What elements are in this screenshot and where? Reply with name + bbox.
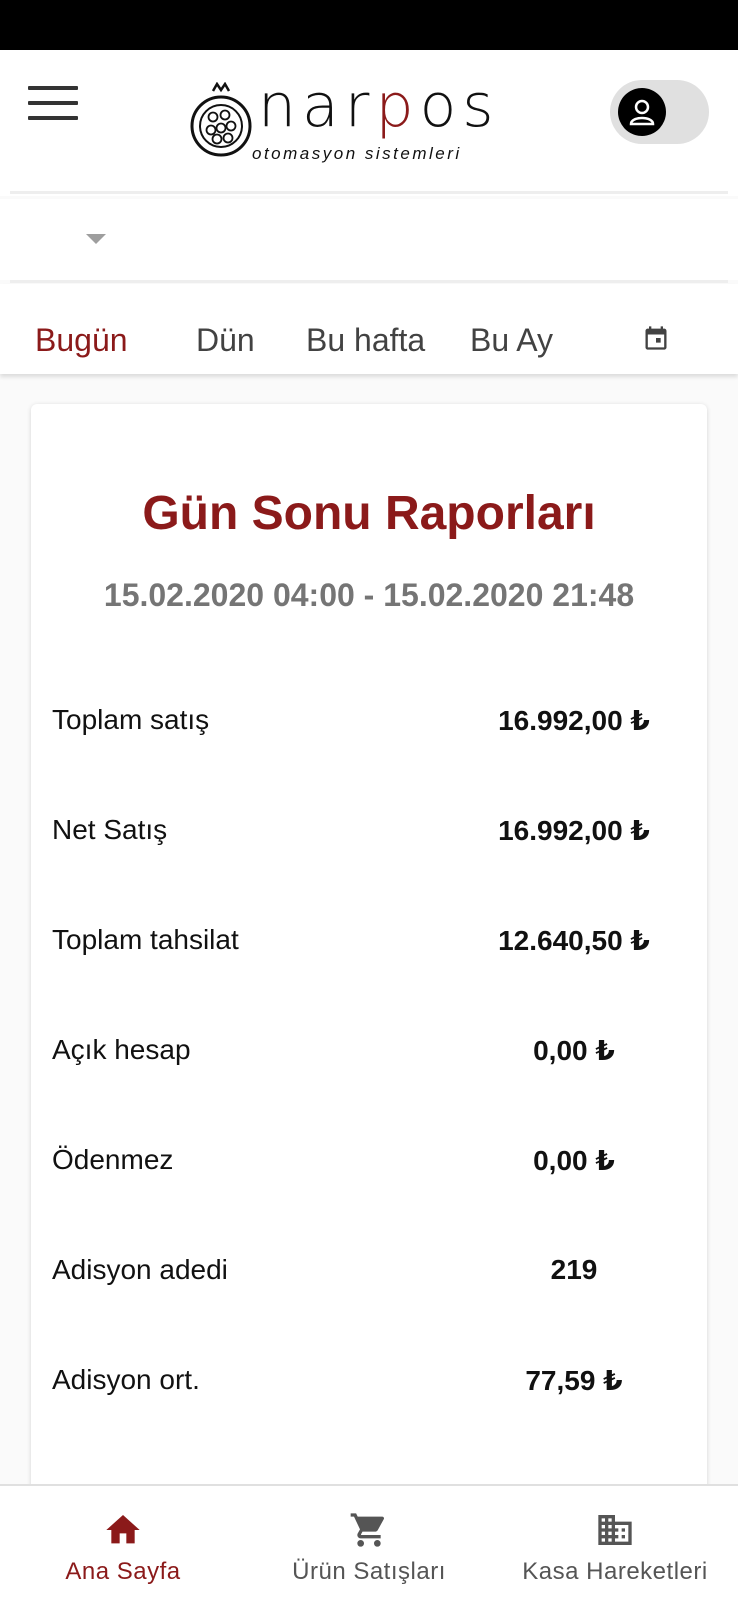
report-row-label: Açık hesap <box>52 1034 191 1065</box>
nav-ana-sayfa[interactable]: Ana Sayfa <box>0 1486 246 1600</box>
report-card: Gün Sonu Raporları 15.02.2020 04:00 - 15… <box>31 404 707 1534</box>
report-row-value: 219 <box>550 1254 598 1285</box>
report-row-label: Toplam tahsilat <box>52 924 239 955</box>
nav-label: Ürün Satışları <box>292 1558 446 1585</box>
dropdown-arrow-icon[interactable] <box>86 234 106 244</box>
report-row-label: Toplam satış <box>52 704 210 735</box>
nav-label: Kasa Hareketleri <box>522 1558 708 1585</box>
report-row: Açık hesap 0,00 ₺ <box>52 1034 686 1074</box>
bottom-navigation: Ana Sayfa Ürün Satışları Kasa Hareketler… <box>0 1484 738 1600</box>
logo-tagline: otomasyon sistemleri <box>252 144 462 163</box>
pomegranate-logo-icon <box>190 82 252 157</box>
period-tabs: Bugün Dün Bu hafta Bu Ay <box>0 284 738 374</box>
report-row-value: 16.992,00 ₺ <box>498 705 650 736</box>
report-row-label: Net Satış <box>52 814 168 845</box>
report-row: Net Satış 16.992,00 ₺ <box>52 814 686 854</box>
home-icon <box>0 1510 246 1550</box>
report-date-range: 15.02.2020 04:00 - 15.02.2020 21:48 <box>103 577 635 613</box>
report-row: Toplam satış 16.992,00 ₺ <box>52 704 686 744</box>
report-row-value: 16.992,00 ₺ <box>498 815 650 846</box>
report-row-value: 12.640,50 ₺ <box>498 925 650 956</box>
user-icon <box>618 88 666 136</box>
report-row-label: Ödenmez <box>52 1144 174 1175</box>
nav-urun-satislari[interactable]: Ürün Satışları <box>246 1486 492 1600</box>
cart-icon <box>246 1510 492 1550</box>
calendar-icon[interactable] <box>642 324 670 352</box>
report-row-label: Adisyon adedi <box>52 1254 228 1285</box>
report-title: Gün Sonu Raporları <box>142 487 596 540</box>
nav-label: Ana Sayfa <box>65 1558 181 1585</box>
status-bar <box>0 0 738 50</box>
report-row-value: 0,00 ₺ <box>533 1035 615 1066</box>
select-divider <box>10 280 728 283</box>
account-button[interactable] <box>610 80 709 144</box>
narpos-logo: narpos otomasyon sistemleri <box>188 76 500 172</box>
nav-kasa-hareketleri[interactable]: Kasa Hareketleri <box>492 1486 738 1600</box>
header-divider <box>10 191 728 194</box>
tab-bu-hafta[interactable]: Bu hafta <box>306 322 425 359</box>
report-row: Adisyon ort. 77,59 ₺ <box>52 1364 686 1404</box>
report-row: Toplam tahsilat 12.640,50 ₺ <box>52 924 686 964</box>
logo-wordmark: narpos <box>258 71 500 141</box>
branch-select[interactable] <box>0 199 738 280</box>
tab-bu-ay[interactable]: Bu Ay <box>470 322 553 359</box>
hamburger-icon[interactable] <box>28 86 78 122</box>
report-row-value: 0,00 ₺ <box>533 1145 615 1176</box>
building-icon <box>492 1510 738 1550</box>
report-row-value: 77,59 ₺ <box>525 1365 623 1396</box>
report-row-label: Adisyon ort. <box>52 1364 200 1395</box>
tab-dun[interactable]: Dün <box>196 322 255 359</box>
report-row: Ödenmez 0,00 ₺ <box>52 1144 686 1184</box>
tab-bugun[interactable]: Bugün <box>35 322 128 359</box>
report-row: Adisyon adedi 219 <box>52 1254 686 1294</box>
